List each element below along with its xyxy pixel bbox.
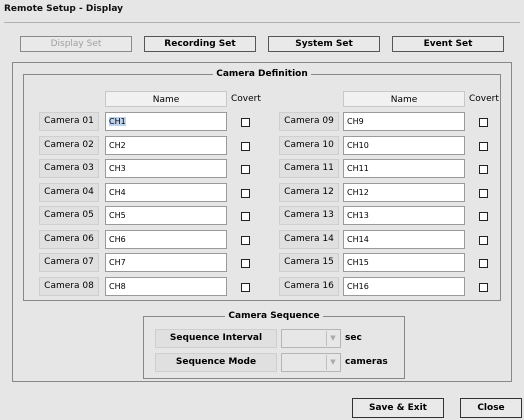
covert-checkbox[interactable] [479, 165, 488, 174]
tab-system-set[interactable]: System Set [268, 36, 380, 52]
camera-label: Camera 01 [39, 112, 99, 131]
camera-name-input[interactable]: CH7 [105, 253, 227, 272]
covert-checkbox[interactable] [479, 118, 488, 127]
tab-event-set[interactable]: Event Set [392, 36, 504, 52]
camera-name-value: CH5 [109, 211, 126, 220]
covert-checkbox[interactable] [479, 142, 488, 151]
chevron-down-icon[interactable]: ▼ [326, 331, 339, 346]
camera-label: Camera 04 [39, 183, 99, 202]
camera-name-value: CH8 [109, 282, 126, 291]
tab-recording-set[interactable]: Recording Set [144, 36, 256, 52]
camera-name-input[interactable]: CH12 [343, 183, 465, 202]
covert-checkbox[interactable] [241, 165, 250, 174]
camera-label: Camera 10 [279, 136, 339, 155]
tab-bar: Display Set Recording Set System Set Eve… [20, 36, 506, 52]
camera-name-input[interactable]: CH8 [105, 277, 227, 296]
camera-label: Camera 12 [279, 183, 339, 202]
camera-definition-legend: Camera Definition [216, 69, 308, 79]
covert-checkbox[interactable] [241, 189, 250, 198]
remote-setup-window: Remote Setup - Display Display Set Recor… [0, 0, 524, 420]
left-name-header: Name [105, 91, 227, 107]
close-button[interactable]: Close [460, 398, 522, 418]
chevron-down-icon[interactable]: ▼ [326, 355, 339, 370]
camera-name-value: CH10 [347, 141, 369, 150]
camera-label: Camera 05 [39, 206, 99, 225]
camera-sequence-legend: Camera Sequence [228, 311, 320, 321]
camera-name-value: CH3 [109, 164, 126, 173]
camera-label: Camera 02 [39, 136, 99, 155]
sequence-mode-select[interactable]: ▼ [281, 353, 341, 372]
camera-name-value: CH15 [347, 258, 369, 267]
camera-name-input[interactable]: CH9 [343, 112, 465, 131]
camera-label: Camera 16 [279, 277, 339, 296]
sequence-interval-label: Sequence Interval [155, 329, 277, 348]
camera-name-value: CH2 [109, 141, 126, 150]
camera-name-input[interactable]: CH16 [343, 277, 465, 296]
camera-label: Camera 09 [279, 112, 339, 131]
camera-name-value: CH4 [109, 188, 126, 197]
camera-label: Camera 06 [39, 230, 99, 249]
camera-name-input[interactable]: CH13 [343, 206, 465, 225]
camera-name-input[interactable]: CH2 [105, 136, 227, 155]
camera-name-input[interactable]: CH4 [105, 183, 227, 202]
sequence-mode-label: Sequence Mode [155, 353, 277, 372]
camera-name-input[interactable]: CH1 [105, 112, 227, 131]
camera-name-value: CH14 [347, 235, 369, 244]
camera-name-input[interactable]: CH3 [105, 159, 227, 178]
camera-name-input[interactable]: CH11 [343, 159, 465, 178]
covert-checkbox[interactable] [241, 142, 250, 151]
camera-name-input[interactable]: CH14 [343, 230, 465, 249]
covert-checkbox[interactable] [241, 283, 250, 292]
camera-name-value: CH12 [347, 188, 369, 197]
camera-name-input[interactable]: CH10 [343, 136, 465, 155]
sequence-interval-select[interactable]: ▼ [281, 329, 341, 348]
camera-label: Camera 07 [39, 253, 99, 272]
covert-checkbox[interactable] [479, 283, 488, 292]
camera-label: Camera 11 [279, 159, 339, 178]
camera-label: Camera 03 [39, 159, 99, 178]
camera-name-value: CH1 [109, 117, 126, 126]
camera-name-value: CH7 [109, 258, 126, 267]
covert-checkbox[interactable] [479, 189, 488, 198]
covert-checkbox[interactable] [241, 236, 250, 245]
left-covert-header: Covert [231, 94, 261, 104]
camera-label: Camera 14 [279, 230, 339, 249]
right-covert-header: Covert [469, 94, 499, 104]
covert-checkbox[interactable] [479, 236, 488, 245]
covert-checkbox[interactable] [241, 259, 250, 268]
window-title: Remote Setup - Display [4, 4, 520, 23]
sequence-interval-unit: sec [345, 333, 362, 343]
camera-name-value: CH11 [347, 164, 369, 173]
camera-label: Camera 08 [39, 277, 99, 296]
covert-checkbox[interactable] [241, 118, 250, 127]
camera-name-input[interactable]: CH5 [105, 206, 227, 225]
covert-checkbox[interactable] [241, 212, 250, 221]
camera-name-value: CH16 [347, 282, 369, 291]
camera-name-value: CH13 [347, 211, 369, 220]
tab-display-set: Display Set [20, 36, 132, 52]
camera-label: Camera 15 [279, 253, 339, 272]
camera-name-input[interactable]: CH15 [343, 253, 465, 272]
camera-label: Camera 13 [279, 206, 339, 225]
save-exit-button[interactable]: Save & Exit [352, 398, 444, 418]
covert-checkbox[interactable] [479, 212, 488, 221]
camera-name-value: CH9 [347, 117, 364, 126]
right-name-header: Name [343, 91, 465, 107]
covert-checkbox[interactable] [479, 259, 488, 268]
camera-name-value: CH6 [109, 235, 126, 244]
display-settings-panel: Camera Definition Name Covert Name Cover… [12, 62, 512, 382]
sequence-mode-unit: cameras [345, 357, 388, 367]
camera-name-input[interactable]: CH6 [105, 230, 227, 249]
